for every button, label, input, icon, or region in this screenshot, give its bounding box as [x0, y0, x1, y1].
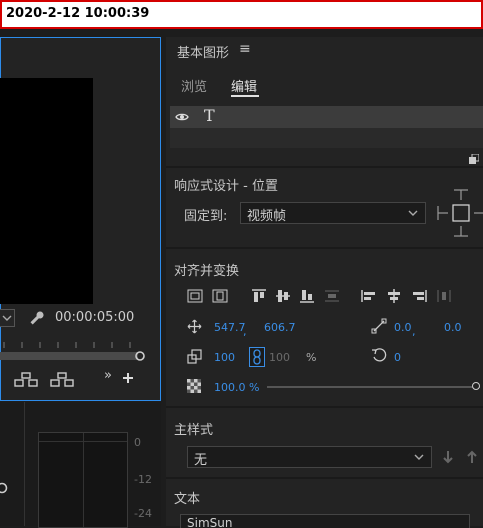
zoom-dropdown[interactable]	[0, 309, 15, 327]
panel-divider	[24, 402, 25, 526]
anchor-x-value[interactable]: 0.0	[394, 321, 412, 334]
eye-icon[interactable]	[175, 111, 189, 123]
align-middle-icon[interactable]	[275, 289, 291, 303]
align-bottom-icon[interactable]	[299, 289, 315, 303]
pin-edges-widget[interactable]	[436, 186, 483, 240]
distribute-vertical-icon[interactable]	[324, 289, 340, 303]
text-heading: 文本	[174, 492, 201, 507]
meter-tick-24: -24	[134, 507, 152, 520]
opacity-checker-icon	[187, 379, 201, 393]
font-family-value: SimSun	[187, 516, 233, 528]
video-preview	[0, 78, 93, 304]
rotation-icon	[371, 347, 387, 363]
align-left-icon[interactable]	[361, 289, 377, 303]
scale-percent-unit: %	[306, 351, 317, 364]
opacity-slider-thumb[interactable]	[472, 382, 480, 390]
duration-timecode: 00:00:05:00	[55, 310, 135, 325]
new-layer-icon[interactable]	[469, 154, 479, 164]
master-style-dropdown[interactable]: 无	[187, 446, 432, 468]
scale-icon	[187, 349, 202, 364]
meter-tick-12: -12	[134, 473, 152, 486]
pin-to-value: 视频帧	[247, 209, 287, 224]
export-frame-icon[interactable]	[14, 372, 38, 388]
master-style-value: 无	[194, 453, 208, 468]
scale-height-value[interactable]: 100	[269, 351, 290, 364]
align-vertical-center-icon[interactable]	[187, 289, 203, 303]
tab-edit-underline	[231, 95, 259, 97]
audio-meter	[38, 432, 128, 528]
layer-list-area	[170, 128, 483, 148]
pin-to-label: 固定到:	[184, 209, 228, 224]
add-button-icon[interactable]	[122, 372, 134, 384]
align-right-icon[interactable]	[411, 289, 427, 303]
link-scale-toggle[interactable]	[249, 347, 265, 367]
chevron-down-icon	[2, 315, 12, 321]
push-style-down-icon[interactable]	[442, 450, 454, 464]
position-move-icon	[187, 319, 202, 334]
chevron-down-icon	[414, 454, 424, 460]
position-separator: ,	[243, 325, 247, 338]
pin-to-dropdown[interactable]: 视频帧	[240, 202, 426, 224]
align-top-icon[interactable]	[251, 289, 267, 303]
push-style-up-icon[interactable]	[466, 450, 478, 464]
scale-width-value[interactable]: 100	[214, 351, 235, 364]
anchor-point-icon	[371, 318, 387, 334]
master-style-heading: 主样式	[174, 423, 214, 438]
title-bar: 2020-2-12 10:00:39	[0, 0, 483, 29]
position-y-value[interactable]: 606.7	[264, 321, 296, 334]
more-controls-icon[interactable]: »	[104, 368, 112, 383]
anchor-separator: ,	[412, 325, 416, 338]
anchor-y-value[interactable]: 0.0	[444, 321, 462, 334]
playhead-scrubber[interactable]	[0, 340, 145, 362]
chevron-down-icon	[408, 210, 418, 216]
opacity-value[interactable]: 100.0 %	[214, 381, 259, 394]
pan-knob[interactable]	[0, 481, 10, 495]
wrench-icon[interactable]	[29, 310, 45, 326]
panel-menu-icon[interactable]: ≡	[239, 41, 251, 57]
title-text: 2020-2-12 10:00:39	[6, 6, 150, 21]
panel-title: 基本图形	[177, 46, 230, 61]
align-transform-heading: 对齐并变换	[174, 264, 240, 279]
meter-tick-0: 0	[134, 436, 141, 449]
text-layer-icon: T	[204, 106, 215, 125]
distribute-horizontal-icon[interactable]	[436, 289, 452, 303]
align-horizontal-center-icon[interactable]	[212, 289, 228, 303]
opacity-slider[interactable]	[267, 380, 480, 394]
lift-extract-icon[interactable]	[50, 372, 74, 388]
text-layer-row[interactable]	[170, 106, 483, 128]
align-center-icon[interactable]	[386, 289, 402, 303]
rotation-value[interactable]: 0	[394, 351, 401, 364]
tab-browse[interactable]: 浏览	[181, 76, 207, 95]
tab-edit[interactable]: 编辑	[231, 76, 257, 95]
chain-link-icon	[253, 349, 261, 365]
position-x-value[interactable]: 547.7	[214, 321, 246, 334]
responsive-design-heading: 响应式设计 - 位置	[174, 179, 278, 194]
